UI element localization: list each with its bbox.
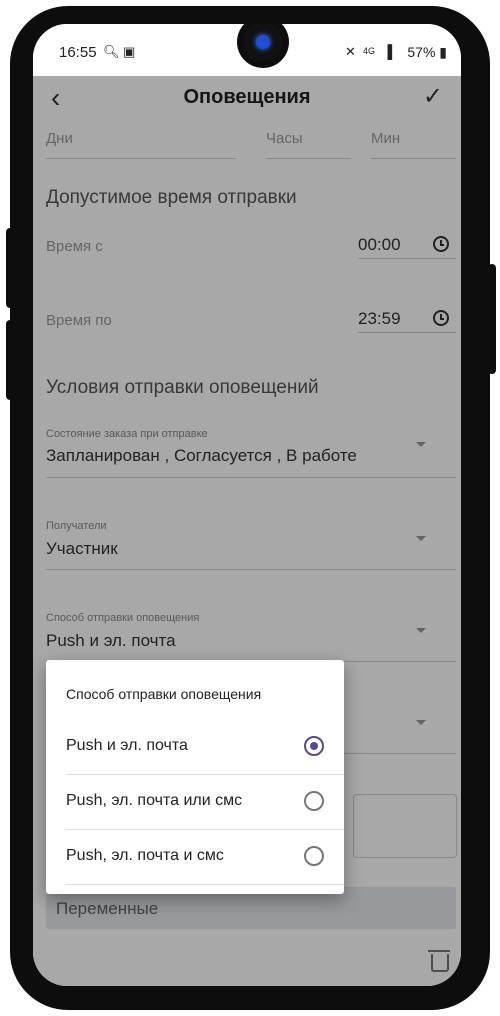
battery-percent: 57% ▮	[407, 44, 447, 60]
option-push-email-and-sms[interactable]: Push, эл. почта и смс	[66, 830, 344, 885]
radio-icon[interactable]	[304, 791, 324, 811]
divider	[66, 884, 344, 885]
side-button	[6, 228, 14, 308]
option-label: Push, эл. почта или смс	[66, 792, 243, 809]
search-icon: 🔍︎	[103, 44, 120, 59]
radio-icon[interactable]	[304, 846, 324, 866]
screen: 16:55 🔍︎ ▣ ✕ 4G ▐ 57% ▮ ‹ Оповещения ✓ Д…	[33, 24, 461, 986]
dialog-title: Способ отправки оповещения	[66, 686, 262, 702]
status-time: 16:55	[59, 44, 97, 61]
notification-icon: ▣	[123, 44, 136, 59]
side-button	[6, 320, 14, 400]
option-label: Push, эл. почта и смс	[66, 847, 224, 864]
option-push-email[interactable]: Push и эл. почта	[66, 720, 344, 775]
side-button	[488, 264, 496, 374]
send-method-dialog: Способ отправки оповещения Push и эл. по…	[46, 660, 344, 894]
signal-icon: ▐	[383, 44, 393, 59]
network-type: 4G	[363, 46, 376, 56]
option-push-email-or-sms[interactable]: Push, эл. почта или смс	[66, 775, 344, 830]
mute-icon: ✕	[345, 44, 356, 59]
radio-selected-icon[interactable]	[304, 736, 324, 756]
option-label: Push и эл. почта	[66, 737, 188, 754]
